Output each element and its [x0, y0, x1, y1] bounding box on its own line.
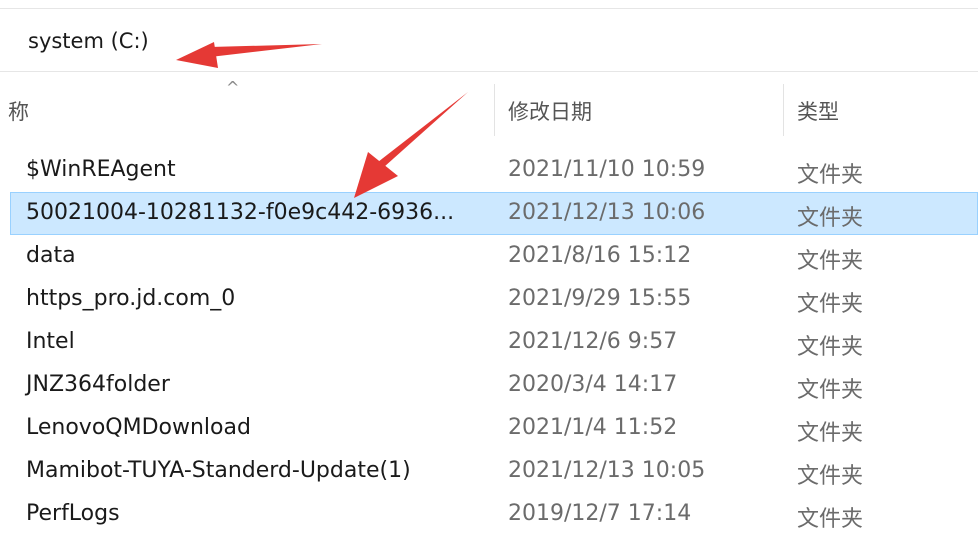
- file-date-modified: 2021/12/13 10:06: [508, 200, 706, 225]
- file-date-modified: 2021/1/4 11:52: [508, 415, 678, 440]
- file-type: 文件夹: [797, 464, 864, 489]
- column-header-name[interactable]: 称: [8, 96, 29, 126]
- address-path: system (C:): [28, 29, 149, 53]
- file-name: JNZ364folder: [26, 372, 170, 397]
- file-date-modified: 2021/12/13 10:05: [508, 458, 706, 483]
- file-name: $WinREAgent: [26, 157, 176, 182]
- file-row[interactable]: $WinREAgent 2021/11/10 10:59 文件夹: [0, 149, 978, 192]
- address-bar[interactable]: system (C:): [0, 8, 978, 72]
- file-row[interactable]: LenovoQMDownload 2021/1/4 11:52 文件夹: [0, 407, 978, 450]
- file-row[interactable]: Intel 2021/12/6 9:57 文件夹: [0, 321, 978, 364]
- file-type: 文件夹: [797, 507, 864, 532]
- file-list: $WinREAgent 2021/11/10 10:59 文件夹 5002100…: [0, 149, 978, 536]
- file-date-modified: 2021/9/29 15:55: [508, 286, 692, 311]
- column-header-type[interactable]: 类型: [797, 96, 839, 126]
- file-type: 文件夹: [797, 292, 864, 317]
- file-name: Intel: [26, 329, 75, 354]
- file-row-selected[interactable]: 50021004-10281132-f0e9c442-6936... 2021/…: [0, 192, 978, 235]
- file-row[interactable]: PerfLogs 2019/12/7 17:14 文件夹: [0, 493, 978, 536]
- file-name: LenovoQMDownload: [26, 415, 251, 440]
- file-name: PerfLogs: [26, 501, 120, 526]
- file-type: 文件夹: [797, 163, 864, 188]
- file-type: 文件夹: [797, 249, 864, 274]
- column-divider[interactable]: [783, 84, 784, 136]
- file-row[interactable]: Mamibot-TUYA-Standerd-Update(1) 2021/12/…: [0, 450, 978, 493]
- file-date-modified: 2020/3/4 14:17: [508, 372, 678, 397]
- column-header-date-modified[interactable]: 修改日期: [508, 96, 592, 126]
- file-date-modified: 2021/11/10 10:59: [508, 157, 706, 182]
- file-row[interactable]: https_pro.jd.com_0 2021/9/29 15:55 文件夹: [0, 278, 978, 321]
- file-type: 文件夹: [797, 335, 864, 360]
- file-date-modified: 2019/12/7 17:14: [508, 501, 692, 526]
- file-type: 文件夹: [797, 378, 864, 403]
- file-row[interactable]: data 2021/8/16 15:12 文件夹: [0, 235, 978, 278]
- file-name: data: [26, 243, 76, 268]
- file-date-modified: 2021/8/16 15:12: [508, 243, 692, 268]
- column-divider[interactable]: [494, 84, 495, 136]
- file-type: 文件夹: [797, 206, 864, 231]
- file-date-modified: 2021/12/6 9:57: [508, 329, 678, 354]
- file-row[interactable]: JNZ364folder 2020/3/4 14:17 文件夹: [0, 364, 978, 407]
- file-name: https_pro.jd.com_0: [26, 286, 236, 311]
- file-name: 50021004-10281132-f0e9c442-6936...: [26, 200, 455, 225]
- file-name: Mamibot-TUYA-Standerd-Update(1): [26, 458, 411, 483]
- sort-ascending-icon: ^: [226, 78, 240, 97]
- file-type: 文件夹: [797, 421, 864, 446]
